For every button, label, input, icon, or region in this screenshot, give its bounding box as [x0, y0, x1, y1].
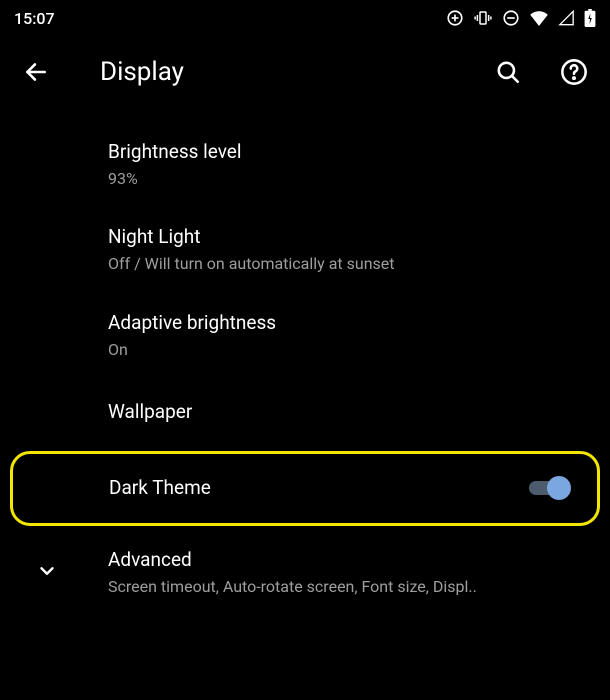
item-subtitle: Screen timeout, Auto-rotate screen, Font…	[108, 577, 586, 598]
display-settings-screen: 15:07	[0, 0, 610, 700]
item-title: Wallpaper	[108, 400, 586, 425]
arrow-back-icon	[23, 59, 49, 85]
page-title: Display	[80, 57, 464, 87]
item-title: Advanced	[108, 548, 586, 573]
search-icon	[495, 59, 521, 85]
item-subtitle: On	[108, 340, 586, 361]
wifi-icon	[529, 10, 549, 26]
expand-more-icon	[36, 560, 58, 586]
night-light-item[interactable]: Night Light Off / Will turn on automatic…	[0, 207, 610, 292]
toggle-thumb	[547, 476, 571, 500]
item-subtitle: Off / Will turn on automatically at suns…	[108, 254, 586, 275]
dark-theme-item[interactable]: Dark Theme	[10, 451, 600, 526]
data-saver-icon	[446, 9, 464, 27]
item-title: Brightness level	[108, 140, 586, 165]
item-title: Night Light	[108, 225, 586, 250]
vibrate-icon	[473, 9, 493, 27]
brightness-level-item[interactable]: Brightness level 93%	[0, 122, 610, 207]
item-subtitle: 93%	[108, 169, 586, 190]
do-not-disturb-icon	[502, 9, 520, 27]
adaptive-brightness-item[interactable]: Adaptive brightness On	[0, 293, 610, 378]
wallpaper-item[interactable]: Wallpaper	[0, 378, 610, 447]
back-button[interactable]	[14, 50, 58, 94]
dark-theme-toggle[interactable]	[529, 475, 571, 501]
help-button[interactable]	[552, 50, 596, 94]
status-bar: 15:07	[0, 0, 610, 36]
cellular-signal-icon	[558, 10, 575, 26]
item-title: Adaptive brightness	[108, 311, 586, 336]
app-bar: Display	[0, 36, 610, 102]
status-time: 15:07	[14, 9, 55, 28]
status-icons	[446, 9, 596, 27]
battery-charging-icon	[584, 9, 596, 27]
item-title: Dark Theme	[109, 476, 573, 501]
search-button[interactable]	[486, 50, 530, 94]
advanced-item[interactable]: Advanced Screen timeout, Auto-rotate scr…	[0, 530, 610, 615]
settings-list: Brightness level 93% Night Light Off / W…	[0, 102, 610, 615]
help-icon	[560, 58, 588, 86]
